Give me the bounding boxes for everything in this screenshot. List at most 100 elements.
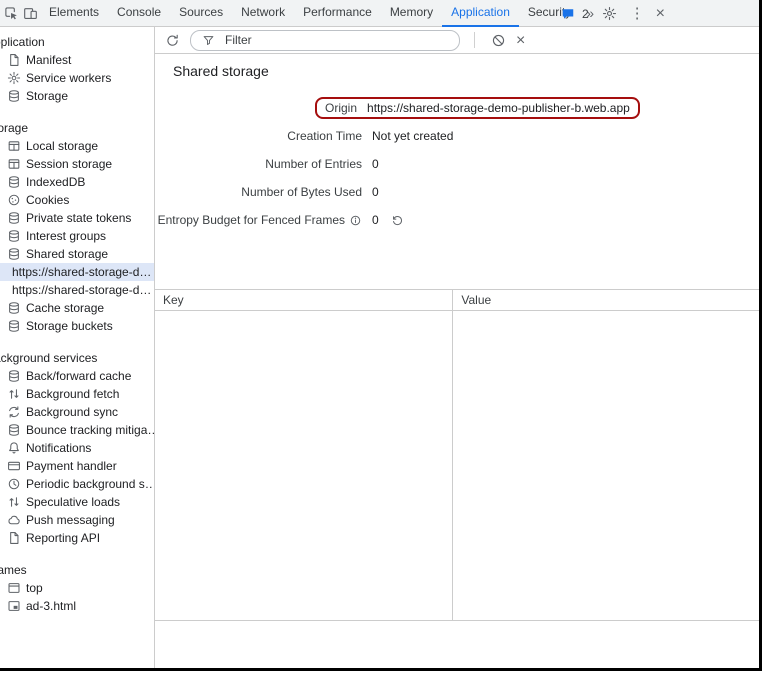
- column-header-key[interactable]: Key: [155, 290, 453, 310]
- main-toolbar: ×: [155, 27, 759, 54]
- sidebar-item-indexeddb[interactable]: IndexedDB: [0, 173, 154, 191]
- section-header-background-services: Background services: [0, 349, 154, 367]
- sidebar-item-push-messaging[interactable]: Push messaging: [0, 511, 154, 529]
- sidebar-item-label: Bounce tracking mitiga…: [26, 423, 155, 437]
- sidebar-item-speculative-loads[interactable]: Speculative loads: [0, 493, 154, 511]
- frame-icon: [7, 581, 21, 595]
- reset-budget-icon[interactable]: [391, 214, 404, 227]
- more-options-icon[interactable]: ⋮: [630, 0, 645, 27]
- field-value: 0: [372, 157, 379, 171]
- cookie-icon: [7, 193, 21, 207]
- field-label: Number of Entries: [155, 157, 362, 171]
- database-icon: [7, 211, 21, 225]
- bell-icon: [7, 441, 21, 455]
- device-toolbar-icon[interactable]: [21, 3, 40, 23]
- sidebar-item-periodic-background-s[interactable]: Periodic background s…: [0, 475, 154, 493]
- sidebar-item-label: Cache storage: [26, 301, 104, 315]
- sidebar-item-label: Storage: [26, 89, 68, 103]
- sidebar-item-label: Manifest: [26, 53, 71, 67]
- database-icon: [7, 89, 21, 103]
- sidebar-section-background-services: Background services Back/forward cache Bac…: [0, 349, 154, 547]
- storage-table-header: Key Value: [155, 290, 759, 311]
- field-label: Number of Bytes Used: [155, 185, 362, 199]
- issues-badge[interactable]: 2: [559, 4, 589, 24]
- toolbar-divider: [474, 32, 475, 48]
- gear-icon: [7, 71, 21, 85]
- sidebar-item-background-sync[interactable]: Background sync: [0, 403, 154, 421]
- tab-network[interactable]: Network: [232, 0, 294, 27]
- page-title: Shared storage: [173, 62, 759, 80]
- database-icon: [7, 229, 21, 243]
- sidebar-item-label: Background sync: [26, 405, 118, 419]
- sidebar-item-bounce-tracking-mitiga[interactable]: Bounce tracking mitiga…: [0, 421, 154, 439]
- sidebar-item-https-shared-storage-d[interactable]: https://shared-storage-d…: [0, 263, 154, 281]
- sidebar-item-label: Cookies: [26, 193, 69, 207]
- sync-icon: [7, 405, 21, 419]
- section-header-storage: Storage: [0, 119, 154, 137]
- database-icon: [7, 175, 21, 189]
- updown-icon: [7, 387, 21, 401]
- sidebar-item-label: Payment handler: [26, 459, 117, 473]
- sidebar-item-label: IndexedDB: [26, 175, 85, 189]
- table-icon: [7, 139, 21, 153]
- field-value: https://shared-storage-demo-publisher-b.…: [367, 101, 630, 115]
- filter-input[interactable]: [223, 32, 437, 48]
- sidebar-item-manifest[interactable]: Manifest: [0, 51, 154, 69]
- issues-count: 2: [582, 7, 589, 21]
- column-header-value[interactable]: Value: [453, 290, 759, 310]
- database-icon: [7, 423, 21, 437]
- sidebar-item-local-storage[interactable]: Local storage: [0, 137, 154, 155]
- sidebar-item-storage-buckets[interactable]: Storage buckets: [0, 317, 154, 335]
- sidebar-item-storage[interactable]: Storage: [0, 87, 154, 105]
- inspect-icon[interactable]: [2, 3, 21, 23]
- sidebar-item-label: Background fetch: [26, 387, 119, 401]
- table-icon: [7, 157, 21, 171]
- sidebar-item-shared-storage[interactable]: Shared storage: [0, 245, 154, 263]
- column-divider: [452, 311, 453, 620]
- sidebar-item-service-workers[interactable]: Service workers: [0, 69, 154, 87]
- sidebar-item-label: Local storage: [26, 139, 98, 153]
- sidebar-item-https-shared-storage-d[interactable]: https://shared-storage-d…: [0, 281, 154, 299]
- tab-sources[interactable]: Sources: [170, 0, 232, 27]
- sidebar-item-payment-handler[interactable]: Payment handler: [0, 457, 154, 475]
- close-view-icon[interactable]: ×: [516, 27, 525, 54]
- field-row-creation-time: Creation TimeNot yet created: [155, 122, 759, 150]
- document-icon: [7, 53, 21, 67]
- sidebar-item-label: Session storage: [26, 157, 112, 171]
- tab-elements[interactable]: Elements: [40, 0, 108, 27]
- sidebar-item-label: Back/forward cache: [26, 369, 131, 383]
- tab-performance[interactable]: Performance: [294, 0, 381, 27]
- tab-memory[interactable]: Memory: [381, 0, 442, 27]
- field-row-entropy-budget-for-fenced-frames: Entropy Budget for Fenced Frames0: [155, 206, 759, 234]
- sidebar-item-cookies[interactable]: Cookies: [0, 191, 154, 209]
- sidebar-item-label: Notifications: [26, 441, 91, 455]
- settings-gear-icon[interactable]: [600, 4, 619, 24]
- sidebar-item-private-state-tokens[interactable]: Private state tokens: [0, 209, 154, 227]
- sidebar-item-session-storage[interactable]: Session storage: [0, 155, 154, 173]
- sidebar-item-notifications[interactable]: Notifications: [0, 439, 154, 457]
- clear-all-icon[interactable]: [489, 30, 508, 50]
- field-label: Origin: [325, 101, 357, 115]
- info-icon[interactable]: [349, 214, 362, 227]
- sidebar-item-cache-storage[interactable]: Cache storage: [0, 299, 154, 317]
- database-icon: [7, 319, 21, 333]
- database-icon: [7, 301, 21, 315]
- storage-metadata: Origin https://shared-storage-demo-publis…: [155, 94, 759, 234]
- sidebar-item-background-fetch[interactable]: Background fetch: [0, 385, 154, 403]
- refresh-icon[interactable]: [163, 30, 182, 50]
- sidebar-item-back-forward-cache[interactable]: Back/forward cache: [0, 367, 154, 385]
- sidebar-item-interest-groups[interactable]: Interest groups: [0, 227, 154, 245]
- close-devtools-icon[interactable]: ×: [656, 0, 665, 27]
- tab-console[interactable]: Console: [108, 0, 170, 27]
- sidebar-item-top[interactable]: top: [0, 579, 154, 597]
- field-row-origin: Origin https://shared-storage-demo-publis…: [155, 94, 759, 122]
- sidebar-item-reporting-api[interactable]: Reporting API: [0, 529, 154, 547]
- sidebar-item-label: Interest groups: [26, 229, 106, 243]
- field-value: 0: [372, 213, 379, 227]
- devtools-tabbar: ElementsConsoleSourcesNetworkPerformance…: [0, 0, 759, 27]
- tabbar-actions: 2 ⋮ ×: [559, 0, 665, 27]
- tab-application[interactable]: Application: [442, 0, 519, 27]
- devtools-body: ApplicationManifestService workersStorag…: [0, 27, 759, 668]
- filter-box[interactable]: [190, 30, 460, 51]
- sidebar-item-ad-3-html[interactable]: ad-3.html: [0, 597, 154, 615]
